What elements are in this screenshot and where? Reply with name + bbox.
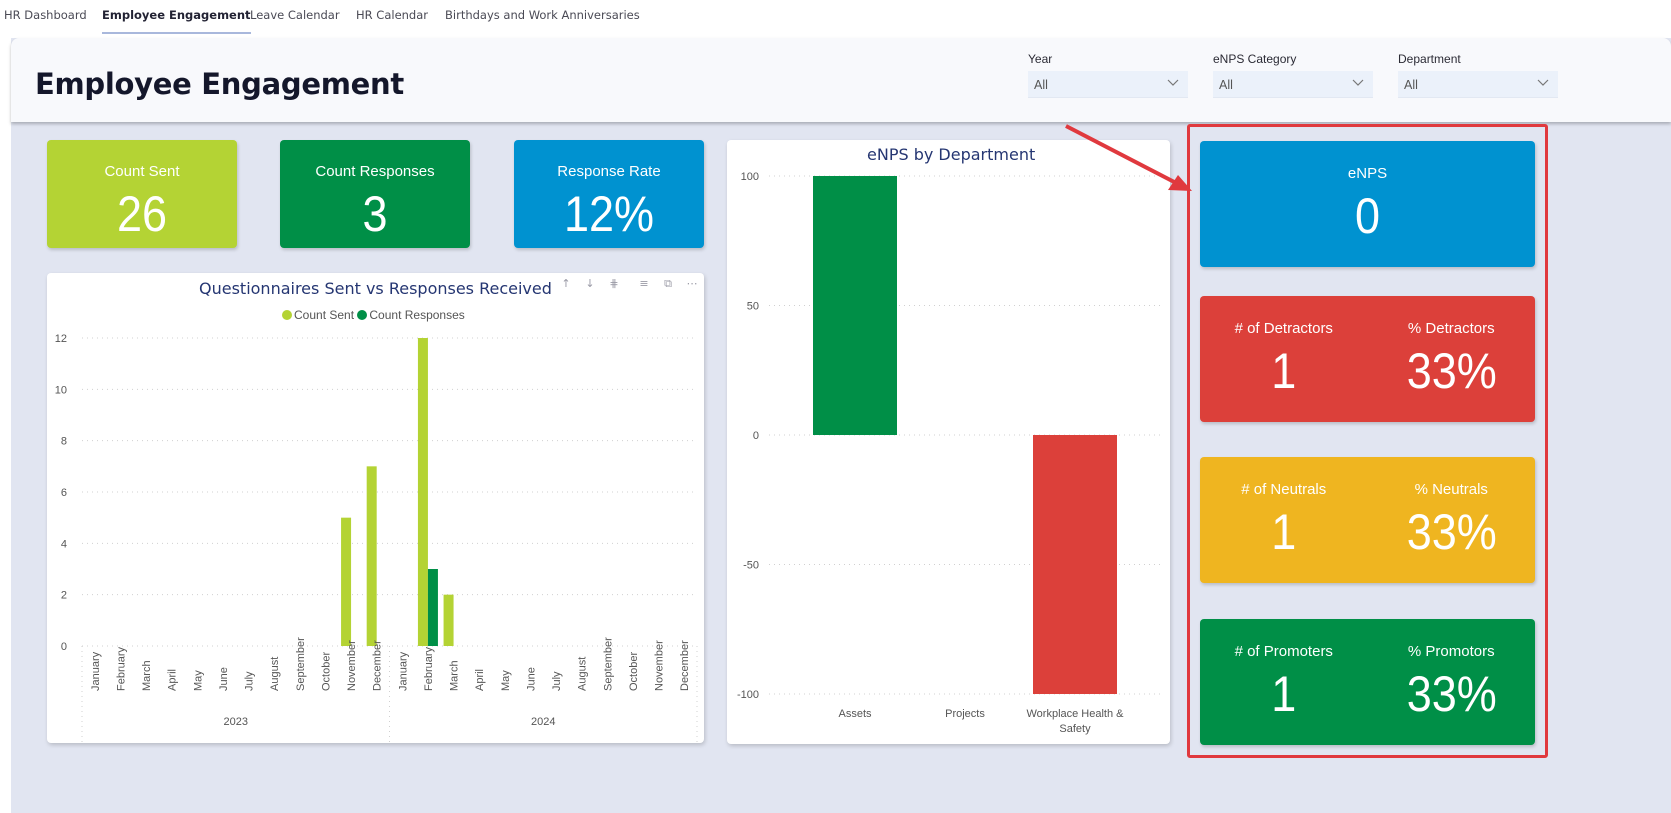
- kpi-label: Count Sent: [104, 163, 180, 180]
- y-tick-label: 6: [61, 487, 67, 499]
- enps-category-dropdown[interactable]: All: [1213, 71, 1373, 98]
- x-tick-label: April: [167, 669, 179, 691]
- x-tick-label: November: [654, 640, 666, 691]
- x-tick-label: November: [346, 640, 358, 691]
- kpi-value: 26: [116, 186, 168, 242]
- enps-by-department-card[interactable]: eNPS by Department -100 -50 0 50 100 Assets Pr…: [727, 140, 1170, 744]
- slicer-value: All: [1404, 78, 1418, 92]
- annotation-highlight-box: [1187, 124, 1548, 758]
- count-sent-card[interactable]: Count Sent 26: [47, 140, 237, 248]
- year-label: 2024: [531, 716, 555, 728]
- y-tick-label: 100: [741, 171, 759, 183]
- y-tick-label: 0: [753, 430, 759, 442]
- bar-assets: [813, 176, 897, 435]
- questionnaires-bar-chart: 0 2 4 6 8 10 12 January February March April May Jun…: [55, 333, 698, 743]
- annotation-arrow-icon: [1065, 124, 1192, 191]
- x-tick-label: April: [474, 669, 486, 691]
- y-tick-label: 4: [61, 538, 67, 550]
- y-tick-label: -100: [737, 689, 759, 701]
- report-header: Employee Engagement Year All eNPS Catego…: [11, 38, 1671, 122]
- bar-count-sent: [443, 594, 454, 646]
- slicer-label: Department: [1398, 52, 1461, 66]
- kpi-value: 12%: [563, 186, 655, 242]
- y-tick-label: 10: [55, 384, 67, 396]
- y-tick-label: 0: [61, 641, 67, 653]
- kpi-value: 3: [362, 186, 388, 242]
- page-tabs: HR Dashboard Employee Engagement Leave C…: [0, 0, 1671, 36]
- enps-category-slicer: eNPS Category All: [1213, 52, 1373, 98]
- chevron-down-icon: [1167, 79, 1179, 86]
- y-tick-label: 50: [747, 301, 759, 313]
- x-tick-label: July: [551, 671, 563, 691]
- y-tick-label: -50: [743, 560, 759, 572]
- x-tick-label: May: [500, 670, 512, 691]
- x-tick-label: August: [577, 657, 589, 691]
- year-dropdown[interactable]: All: [1028, 71, 1188, 98]
- slicer-label: eNPS Category: [1213, 52, 1297, 66]
- kpi-label: Count Responses: [315, 163, 435, 180]
- x-tick-label: October: [320, 652, 332, 691]
- x-tick-label: February: [115, 646, 127, 691]
- x-tick-label: March: [141, 660, 153, 691]
- x-tick-label: Projects: [945, 708, 985, 720]
- page-title: Employee Engagement: [35, 67, 404, 101]
- x-tick-label: Safety: [1059, 723, 1091, 735]
- x-tick-label: January: [397, 651, 409, 691]
- x-tick-label: September: [295, 637, 307, 691]
- slicer-label: Year: [1028, 52, 1053, 66]
- slicer-value: All: [1219, 78, 1233, 92]
- x-tick-label: July: [244, 671, 256, 691]
- y-tick-label: 12: [55, 333, 67, 345]
- department-slicer: Department All: [1398, 52, 1558, 98]
- tab-leave-calendar[interactable]: Leave Calendar: [250, 8, 340, 22]
- bar-count-sent: [417, 338, 428, 646]
- response-rate-card[interactable]: Response Rate 12%: [514, 140, 704, 248]
- x-tick-label: March: [449, 660, 461, 691]
- x-tick-label: February: [423, 646, 435, 691]
- kpi-label: Response Rate: [557, 163, 661, 180]
- x-tick-label: June: [525, 667, 537, 691]
- year-label: 2023: [224, 716, 248, 728]
- tab-employee-engagement[interactable]: Employee Engagement: [102, 8, 251, 34]
- tab-hr-calendar[interactable]: HR Calendar: [356, 8, 428, 22]
- department-dropdown[interactable]: All: [1398, 71, 1558, 98]
- x-tick-label: January: [90, 651, 102, 691]
- x-tick-label: December: [679, 640, 691, 691]
- x-tick-label: August: [269, 657, 281, 691]
- x-tick-label: December: [372, 640, 384, 691]
- x-tick-label: October: [628, 652, 640, 691]
- x-tick-label: September: [602, 637, 614, 691]
- bar-count-sent: [366, 466, 377, 646]
- bar-workplace-health-safety: [1033, 435, 1117, 694]
- x-tick-label: Assets: [838, 708, 872, 720]
- bar-count-sent: [341, 517, 352, 646]
- enps-department-bar-chart: -100 -50 0 50 100 Assets Projects Workplace Hea…: [737, 171, 1163, 735]
- tab-birthdays-anniversaries[interactable]: Birthdays and Work Anniversaries: [445, 8, 640, 22]
- slicer-value: All: [1034, 78, 1048, 92]
- x-tick-label: Workplace Health &: [1026, 708, 1124, 720]
- year-slicer: Year All: [1028, 52, 1188, 98]
- questionnaires-chart-card[interactable]: Questionnaires Sent vs Responses Receive…: [47, 273, 704, 743]
- x-tick-label: June: [218, 667, 230, 691]
- tab-hr-dashboard[interactable]: HR Dashboard: [4, 8, 87, 22]
- chevron-down-icon: [1352, 79, 1364, 86]
- bar-count-responses: [427, 569, 438, 646]
- y-tick-label: 8: [61, 436, 67, 448]
- count-responses-card[interactable]: Count Responses 3: [280, 140, 470, 248]
- y-tick-label: 2: [61, 590, 67, 602]
- chevron-down-icon: [1537, 79, 1549, 86]
- x-tick-label: May: [192, 670, 204, 691]
